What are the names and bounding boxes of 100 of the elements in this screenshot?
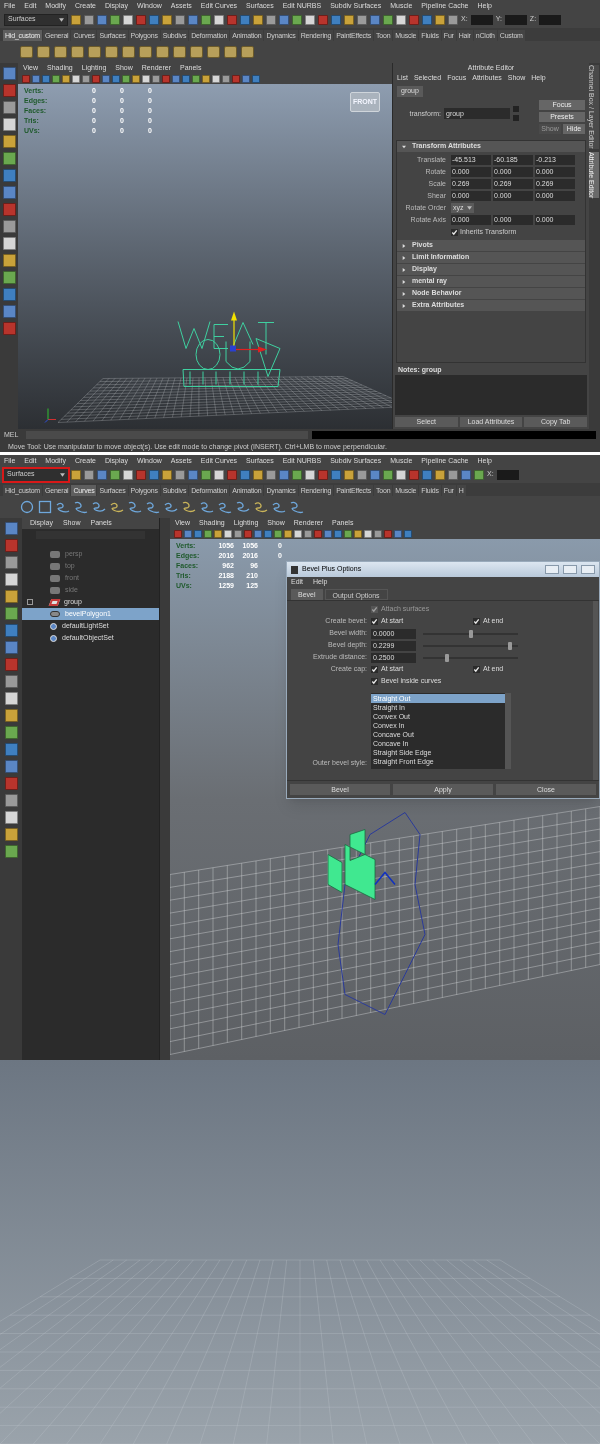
curve-tool-icon[interactable] <box>200 500 214 514</box>
curve-tool-icon[interactable] <box>56 500 70 514</box>
notes-field[interactable] <box>395 375 587 415</box>
curve-tool-icon[interactable] <box>290 500 304 514</box>
tool-icon[interactable] <box>123 469 133 480</box>
shelf-tool-icon[interactable] <box>88 46 101 58</box>
curve-tool-icon[interactable] <box>110 500 124 514</box>
tool-icon[interactable] <box>396 469 406 480</box>
curve-tool-icon[interactable] <box>38 500 52 514</box>
curve-tool-icon[interactable] <box>164 500 178 514</box>
tool-icon[interactable] <box>71 469 81 480</box>
tool-icon[interactable] <box>201 14 211 25</box>
tool-icon[interactable] <box>383 14 393 25</box>
tool-icon[interactable] <box>448 469 458 480</box>
tool-icon[interactable] <box>266 469 276 480</box>
shelf-tool-icon[interactable] <box>139 46 152 58</box>
tool-icon[interactable] <box>253 469 263 480</box>
coord-field[interactable] <box>539 14 562 25</box>
tool-icon[interactable] <box>253 14 263 25</box>
curve-tool-icon[interactable] <box>182 500 196 514</box>
tool-icon[interactable] <box>201 469 211 480</box>
shelf-tool-icon[interactable] <box>54 46 67 58</box>
tool-icon[interactable] <box>292 14 302 25</box>
tool-icon[interactable] <box>175 14 185 25</box>
slider-handle[interactable] <box>444 653 449 662</box>
curve-tool-icon[interactable] <box>236 500 250 514</box>
tool-icon[interactable] <box>305 14 315 25</box>
tool-icon[interactable] <box>4 556 18 569</box>
curve-tool-icon[interactable] <box>128 500 142 514</box>
tool-icon[interactable] <box>71 14 81 25</box>
tool-icon[interactable] <box>474 469 484 480</box>
tool-icon[interactable] <box>4 828 18 841</box>
tool-icon[interactable] <box>4 573 18 586</box>
checkbox[interactable] <box>473 618 480 625</box>
tool-icon[interactable] <box>4 726 18 739</box>
shelf-tool-icon[interactable] <box>241 46 254 58</box>
shelf-tool-icon[interactable] <box>224 46 237 58</box>
expand-icon[interactable] <box>27 599 33 605</box>
tool-icon[interactable] <box>2 118 16 131</box>
shelf-tool-icon[interactable] <box>156 46 169 58</box>
tool-icon[interactable] <box>4 811 18 824</box>
tool-icon[interactable] <box>344 14 354 25</box>
checkbox[interactable] <box>371 666 378 673</box>
coord-field[interactable] <box>504 14 527 25</box>
maximize-icon[interactable] <box>563 565 577 574</box>
shelf-tool-icon[interactable] <box>37 46 50 58</box>
shelf-tool-icon[interactable] <box>122 46 135 58</box>
tool-icon[interactable] <box>2 220 16 233</box>
tool-icon[interactable] <box>4 675 18 688</box>
select-input-icon[interactable] <box>513 106 519 112</box>
move-manipulator-icon[interactable] <box>230 311 267 353</box>
slider-handle[interactable] <box>468 629 473 638</box>
tool-icon[interactable] <box>84 14 94 25</box>
tool-icon[interactable] <box>435 14 445 25</box>
tool-icon[interactable] <box>4 709 18 722</box>
curve-tool-icon[interactable] <box>272 500 286 514</box>
checkbox[interactable] <box>451 228 458 236</box>
tool-icon[interactable] <box>448 14 458 25</box>
tool-icon[interactable] <box>383 469 393 480</box>
checkbox[interactable] <box>473 666 480 673</box>
tool-icon[interactable] <box>357 469 367 480</box>
tool-icon[interactable] <box>2 152 16 165</box>
checkbox[interactable] <box>371 678 378 685</box>
tool-icon[interactable] <box>162 469 172 480</box>
tool-icon[interactable] <box>2 254 16 267</box>
scrollbar[interactable] <box>505 693 511 769</box>
tool-icon[interactable] <box>214 469 224 480</box>
minimize-icon[interactable] <box>545 565 559 574</box>
curve-tool-icon[interactable] <box>254 500 268 514</box>
tool-icon[interactable] <box>435 469 445 480</box>
tool-icon[interactable] <box>214 14 224 25</box>
shelf-tool-icon[interactable] <box>20 46 33 58</box>
tool-icon[interactable] <box>4 845 18 858</box>
tool-icon[interactable] <box>4 607 18 620</box>
close-icon[interactable] <box>581 565 595 574</box>
tool-icon[interactable] <box>4 590 18 603</box>
tool-icon[interactable] <box>266 14 276 25</box>
tool-icon[interactable] <box>357 14 367 25</box>
curve-tool-icon[interactable] <box>74 500 88 514</box>
tool-icon[interactable] <box>4 794 18 807</box>
tool-icon[interactable] <box>175 469 185 480</box>
shelf-tool-icon[interactable] <box>71 46 84 58</box>
shelf-tool-icon[interactable] <box>207 46 220 58</box>
shelf-tool-icon[interactable] <box>173 46 186 58</box>
tool-icon[interactable] <box>2 101 16 114</box>
tool-icon[interactable] <box>123 14 133 25</box>
tool-icon[interactable] <box>396 14 406 25</box>
tool-icon[interactable] <box>84 469 94 480</box>
tool-icon[interactable] <box>110 469 120 480</box>
scrollbar[interactable] <box>593 601 598 780</box>
tool-icon[interactable] <box>4 692 18 705</box>
tool-icon[interactable] <box>162 14 172 25</box>
tool-icon[interactable] <box>292 469 302 480</box>
coord-field[interactable] <box>470 14 493 25</box>
coord-field[interactable] <box>496 469 519 480</box>
tool-icon[interactable] <box>305 469 315 480</box>
tool-icon[interactable] <box>110 14 120 25</box>
curve-tool-icon[interactable] <box>146 500 160 514</box>
tool-icon[interactable] <box>2 271 16 284</box>
slider-handle[interactable] <box>508 641 513 650</box>
